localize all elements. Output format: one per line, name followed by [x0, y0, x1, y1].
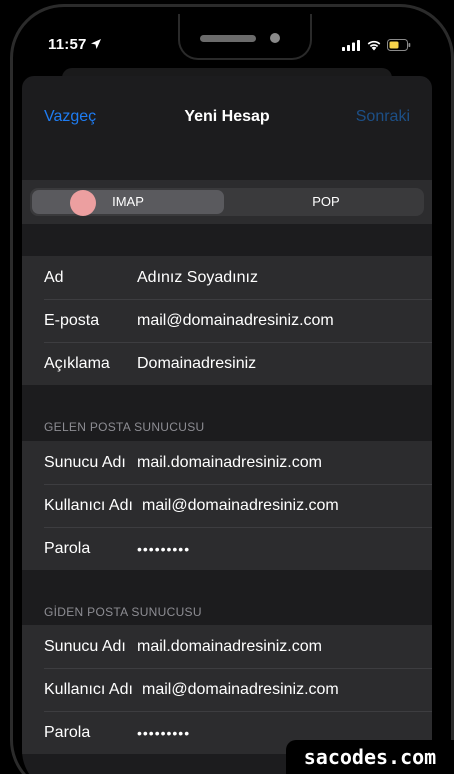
row-incoming-password[interactable]: Parola •••••••••	[22, 527, 432, 570]
speaker	[200, 35, 256, 42]
new-account-sheet: Vazgeç Yeni Hesap Sonraki IMAP POP Ad Ad…	[22, 76, 432, 774]
incoming-password-field[interactable]: •••••••••	[137, 541, 190, 557]
row-label: Parola	[44, 540, 91, 557]
row-incoming-username[interactable]: Kullanıcı Adı mail@domainadresiniz.com	[22, 484, 432, 527]
next-button[interactable]: Sonraki	[356, 108, 410, 126]
outgoing-username-field[interactable]: mail@domainadresiniz.com	[142, 681, 339, 699]
row-label: Ad	[44, 269, 64, 286]
outgoing-server-group: Sunucu Adı mail.domainadresiniz.com Kull…	[22, 625, 432, 754]
row-label: Sunucu Adı	[44, 638, 126, 655]
incoming-section-header: GELEN POSTA SUNUCUSU	[44, 420, 205, 434]
email-field[interactable]: mail@domainadresiniz.com	[137, 312, 334, 330]
protocol-segment-band: IMAP POP	[22, 180, 432, 224]
row-label: E-posta	[44, 312, 100, 329]
segment-pop[interactable]: POP	[230, 188, 422, 216]
outgoing-section-header: GİDEN POSTA SUNUCUSU	[44, 605, 202, 619]
battery-icon	[387, 39, 411, 51]
incoming-host-field[interactable]: mail.domainadresiniz.com	[137, 454, 322, 472]
row-label: Parola	[44, 724, 91, 741]
row-description[interactable]: Açıklama Domainadresiniz	[22, 342, 432, 385]
segment-imap[interactable]: IMAP	[32, 190, 224, 214]
location-arrow-icon	[91, 39, 101, 49]
outgoing-password-field[interactable]: •••••••••	[137, 725, 190, 741]
row-label: Sunucu Adı	[44, 454, 126, 471]
account-group: Ad Adınız Soyadınız E-posta mail@domaina…	[22, 256, 432, 385]
row-incoming-host[interactable]: Sunucu Adı mail.domainadresiniz.com	[22, 441, 432, 484]
status-bar: 11:57	[22, 14, 432, 64]
row-label: Kullanıcı Adı	[44, 497, 133, 514]
row-email[interactable]: E-posta mail@domainadresiniz.com	[22, 299, 432, 342]
row-label: Kullanıcı Adı	[44, 681, 133, 698]
row-label: Açıklama	[44, 355, 110, 372]
phone-frame: 11:57 Vazgeç Yeni Hesap Sonraki IMAP POP…	[0, 0, 454, 774]
wifi-icon	[367, 40, 381, 51]
status-time: 11:57	[48, 36, 87, 53]
touch-indicator	[70, 190, 96, 216]
row-name[interactable]: Ad Adınız Soyadınız	[22, 256, 432, 299]
name-field[interactable]: Adınız Soyadınız	[137, 269, 258, 287]
cellular-signal-icon	[342, 40, 360, 51]
screen: 11:57 Vazgeç Yeni Hesap Sonraki IMAP POP…	[22, 14, 432, 774]
outgoing-host-field[interactable]: mail.domainadresiniz.com	[137, 638, 322, 656]
watermark: sacodes.com	[286, 740, 454, 774]
row-outgoing-username[interactable]: Kullanıcı Adı mail@domainadresiniz.com	[22, 668, 432, 711]
description-field[interactable]: Domainadresiniz	[137, 355, 256, 373]
incoming-username-field[interactable]: mail@domainadresiniz.com	[142, 497, 339, 515]
front-camera	[270, 33, 280, 43]
navigation-bar: Vazgeç Yeni Hesap Sonraki	[22, 76, 432, 132]
row-outgoing-host[interactable]: Sunucu Adı mail.domainadresiniz.com	[22, 625, 432, 668]
incoming-server-group: Sunucu Adı mail.domainadresiniz.com Kull…	[22, 441, 432, 570]
